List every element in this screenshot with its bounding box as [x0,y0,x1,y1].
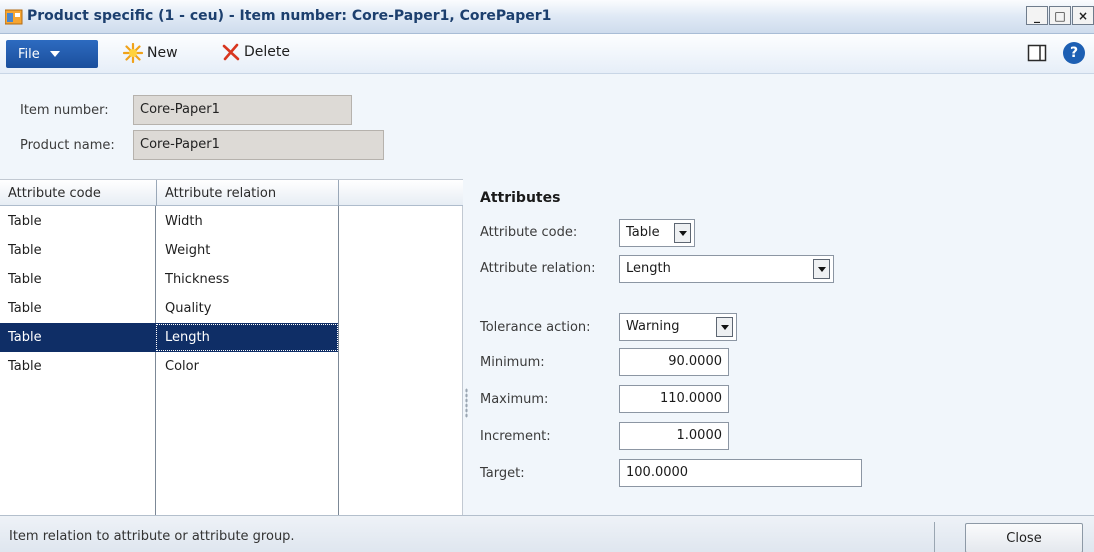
close-button[interactable]: Close [965,523,1083,552]
header-fields: Item number: Core-Paper1 Product name: C… [0,75,1094,178]
product-name-label: Product name: [20,138,115,153]
panel-layout-icon[interactable] [1027,44,1047,62]
table-row[interactable]: Table Quality [0,294,338,323]
file-menu-label: File [18,46,40,62]
cell-attribute-relation: Color [165,359,199,374]
window-title: Product specific (1 - ceu) - Item number… [27,8,552,24]
attribute-code-value: Table [626,225,660,240]
attribute-code-label: Attribute code: [480,225,578,240]
grid-header: Attribute code Attribute relation [0,180,463,206]
column-header-attribute-code[interactable]: Attribute code [0,180,157,206]
cell-attribute-relation: Quality [165,301,212,316]
new-label: New [147,45,178,61]
cell-attribute-relation: Width [165,214,203,229]
toolbar: File New Delete ? [0,34,1094,74]
app-icon [5,9,23,25]
table-row[interactable]: Table Color [0,352,338,381]
file-menu-button[interactable]: File [6,40,98,68]
item-number-field[interactable]: Core-Paper1 [133,95,352,125]
cell-attribute-code: Table [8,359,42,374]
status-divider [934,522,935,552]
column-divider [338,206,339,516]
new-sparkle-icon [123,43,143,63]
increment-label: Increment: [480,429,551,444]
splitter-handle[interactable] [465,388,468,418]
attributes-panel: Attributes Attribute code: Table Attribu… [470,179,1094,515]
column-header-blank[interactable] [339,180,463,206]
attributes-heading: Attributes [480,190,561,206]
attribute-relation-label: Attribute relation: [480,261,596,276]
status-text: Item relation to attribute or attribute … [9,529,295,544]
table-row[interactable]: Table Weight [0,236,338,265]
cell-attribute-code: Table [8,243,42,258]
delete-x-icon [222,43,240,61]
tolerance-action-dropdown[interactable]: Warning [619,313,737,341]
cell-attribute-code: Table [8,214,42,229]
window-controls: _ □ × [1025,6,1094,25]
product-name-field[interactable]: Core-Paper1 [133,130,384,160]
attribute-relation-value: Length [626,261,671,276]
minimum-label: Minimum: [480,355,545,370]
status-bar: Item relation to attribute or attribute … [0,515,1094,552]
attribute-relation-dropdown[interactable]: Length [619,255,834,283]
new-button[interactable]: New [123,43,178,63]
table-row[interactable]: Table Thickness [0,265,338,294]
target-field[interactable]: 100.0000 [619,459,862,487]
cell-attribute-relation: Length [165,330,210,345]
cell-attribute-relation: Weight [165,243,211,258]
maximum-label: Maximum: [480,392,549,407]
tolerance-action-label: Tolerance action: [480,320,591,335]
minimum-field[interactable]: 90.0000 [619,348,729,376]
title-bar: Product specific (1 - ceu) - Item number… [0,0,1094,34]
attribute-grid: Attribute code Attribute relation Table … [0,179,463,516]
dropdown-arrow-icon[interactable] [674,223,691,243]
cell-attribute-code: Table [8,301,42,316]
close-window-button[interactable]: × [1072,6,1094,25]
target-label: Target: [480,466,525,481]
dropdown-arrow-icon[interactable] [813,259,830,279]
table-row[interactable]: Table Width [0,207,338,236]
minimize-button[interactable]: _ [1026,6,1048,25]
table-row-selected[interactable]: Table Length [0,323,338,352]
tolerance-action-value: Warning [626,319,680,334]
cell-attribute-code: Table [8,272,42,287]
dropdown-arrow-icon[interactable] [716,317,733,337]
help-icon[interactable]: ? [1063,42,1085,64]
chevron-down-icon [49,51,60,57]
maximum-field[interactable]: 110.0000 [619,385,729,413]
column-header-attribute-relation[interactable]: Attribute relation [157,180,339,206]
maximize-button[interactable]: □ [1049,6,1071,25]
delete-button[interactable]: Delete [222,43,290,61]
delete-label: Delete [244,44,290,60]
attribute-code-dropdown[interactable]: Table [619,219,695,247]
cell-attribute-code: Table [8,330,42,345]
cell-attribute-relation: Thickness [165,272,230,287]
item-number-label: Item number: [20,103,109,118]
increment-field[interactable]: 1.0000 [619,422,729,450]
